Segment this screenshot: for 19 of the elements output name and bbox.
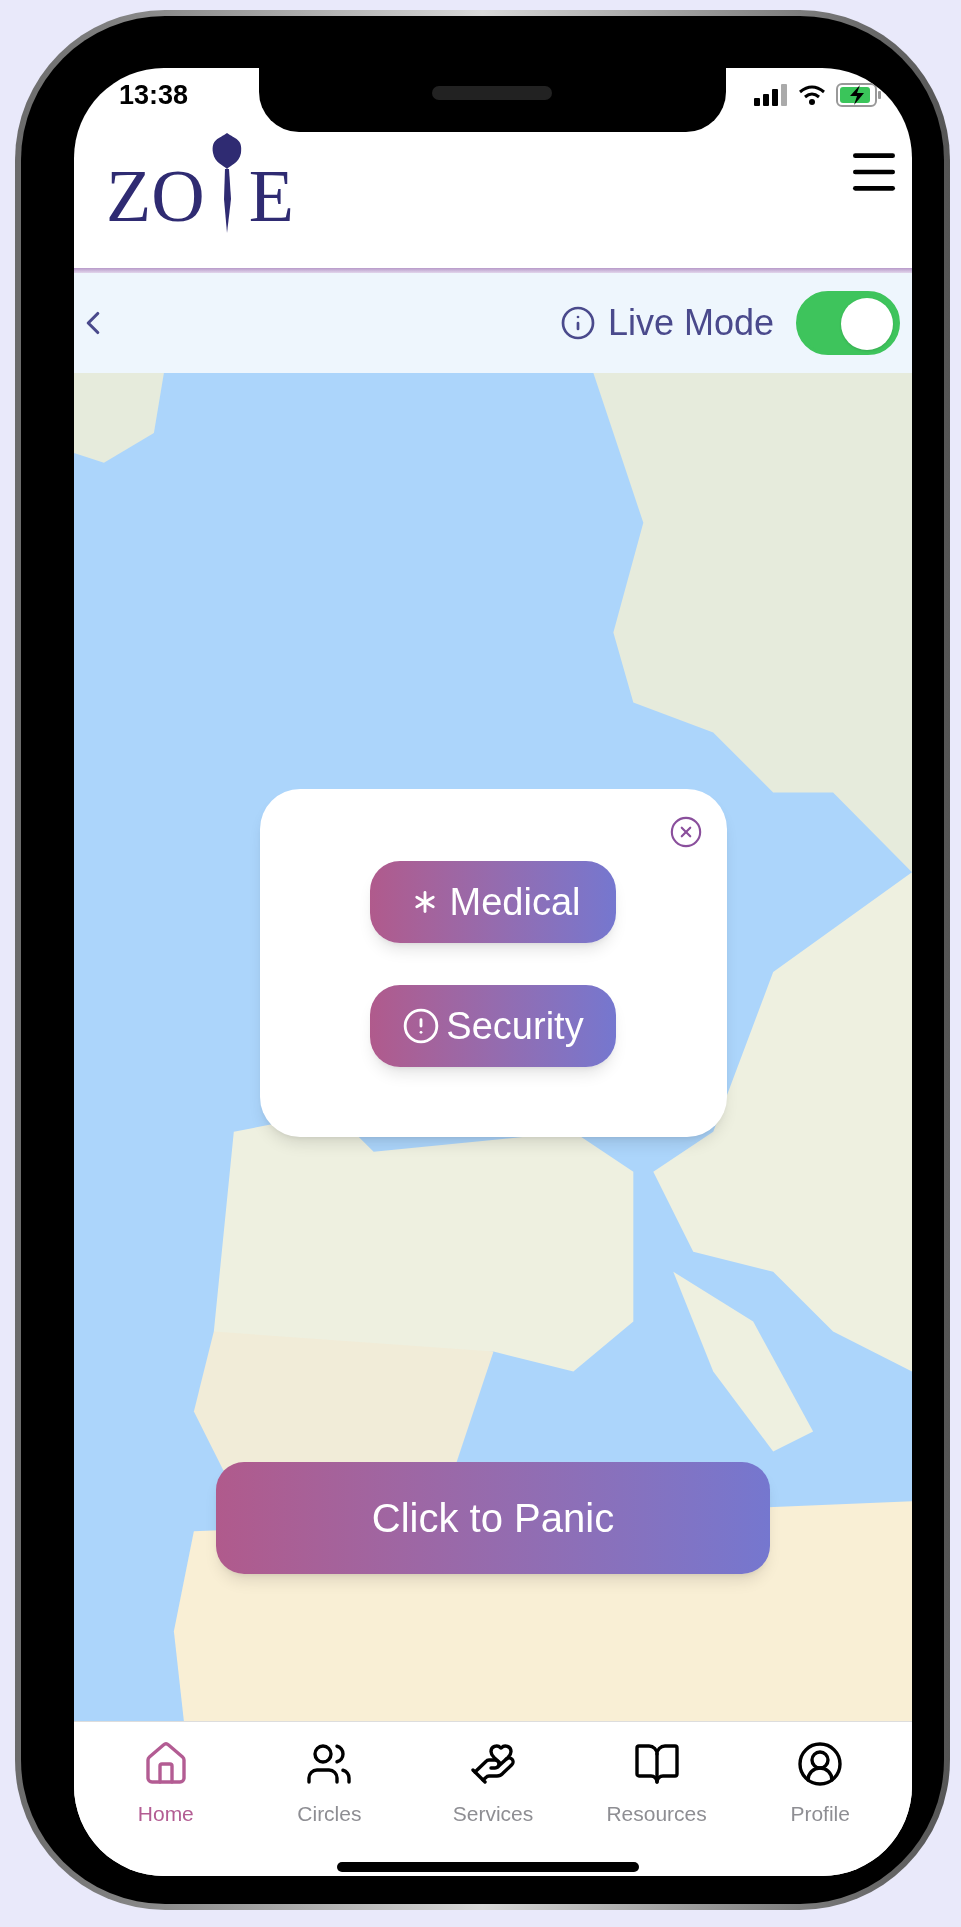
close-icon[interactable]	[668, 815, 703, 849]
medical-button[interactable]: Medical	[370, 861, 616, 943]
live-mode-toggle[interactable]	[796, 291, 900, 355]
nav-tab[interactable]: Profile	[750, 1740, 891, 1830]
info-icon[interactable]	[559, 305, 596, 341]
panic-button[interactable]: Click to Panic	[216, 1462, 770, 1574]
nav-tab[interactable]: Resources	[586, 1740, 727, 1830]
nav-tab[interactable]: Circles	[259, 1740, 400, 1830]
status-time: 13:38	[119, 78, 189, 112]
nav-tab[interactable]: Services	[423, 1740, 563, 1830]
user-circle-icon	[796, 1740, 845, 1788]
live-mode-label: Live Mode	[607, 301, 774, 345]
wifi-icon	[798, 84, 826, 106]
zoie-logo: ZO E	[106, 129, 294, 255]
signal-icon	[754, 84, 788, 106]
security-button[interactable]: Security	[370, 985, 616, 1067]
nav-tab[interactable]: Home	[95, 1740, 236, 1830]
battery-charging-icon	[836, 83, 882, 107]
alert-icon	[402, 1007, 441, 1045]
